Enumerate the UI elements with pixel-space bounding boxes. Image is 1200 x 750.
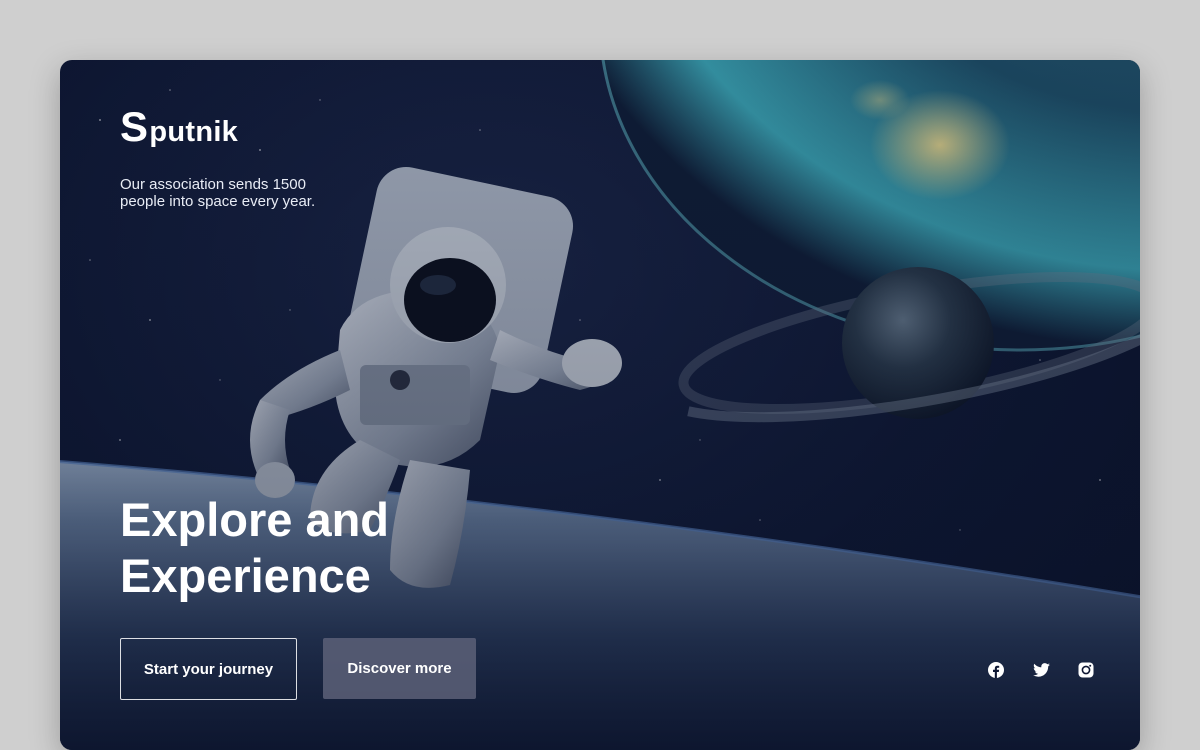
discover-more-label: Discover more — [347, 660, 452, 677]
hero-title-line-1: Explore and — [120, 493, 390, 546]
logo-initial: S — [120, 103, 149, 150]
facebook-icon[interactable] — [986, 660, 1006, 680]
hero-title-line-2: Experience — [120, 549, 371, 602]
hero-title: Explore and Experience — [120, 492, 389, 604]
logo-text: putnik — [149, 116, 239, 148]
twitter-icon[interactable] — [1031, 660, 1051, 680]
instagram-icon[interactable] — [1076, 660, 1096, 680]
start-journey-button[interactable]: Start your journey — [120, 638, 297, 700]
tagline: Our association sends 1500 people into s… — [120, 176, 316, 210]
brand-logo[interactable]: Sputnik — [120, 106, 238, 149]
discover-more-button[interactable]: Discover more — [323, 638, 476, 699]
hero-window: Sputnik Our association sends 1500 peopl… — [60, 60, 1140, 750]
start-journey-label: Start your journey — [143, 660, 274, 678]
